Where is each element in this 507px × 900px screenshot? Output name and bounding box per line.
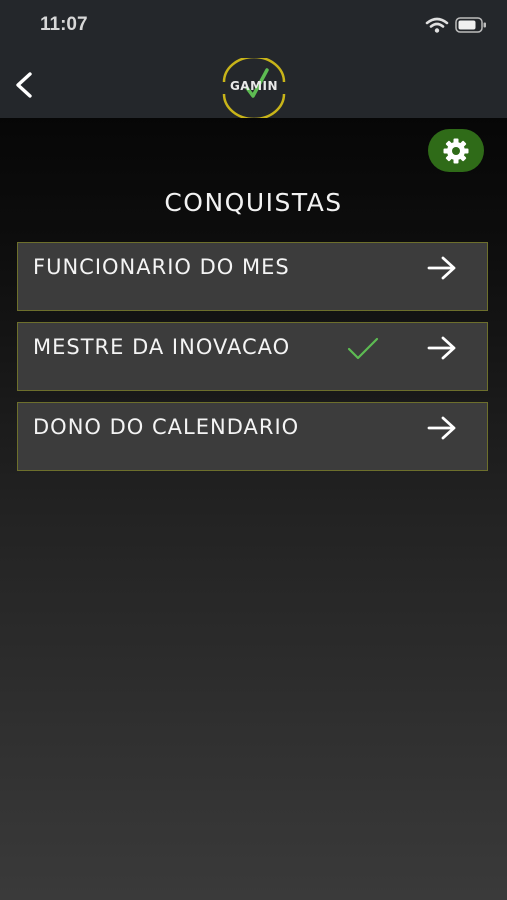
battery-icon [455,17,486,33]
arrow-right-icon[interactable] [426,415,458,441]
status-time: 11:07 [40,14,88,35]
gear-icon [443,138,469,163]
achievement-label: MESTRE DA INOVACAO [33,335,291,359]
achievement-card-funcionario-do-mes[interactable]: FUNCIONARIO DO MES [17,242,488,311]
arrow-right-icon[interactable] [426,335,458,361]
app-logo: GAMIN [219,55,289,121]
logo-text: GAMIN [229,79,279,93]
wifi-icon [425,17,449,33]
achievement-card-dono-do-calendario[interactable]: DONO DO CALENDARIO [17,402,488,471]
checkmark-icon [347,337,379,360]
page-title: CONQUISTAS [164,188,343,217]
achievement-label: FUNCIONARIO DO MES [33,255,290,279]
arrow-right-icon[interactable] [426,255,458,281]
achievement-card-mestre-da-inovacao[interactable]: MESTRE DA INOVACAO [17,322,488,391]
achievement-label: DONO DO CALENDARIO [33,415,300,439]
back-chevron-icon[interactable] [10,70,38,100]
top-bar: 11:07 GAMIN [0,0,507,121]
settings-button[interactable] [428,129,484,172]
